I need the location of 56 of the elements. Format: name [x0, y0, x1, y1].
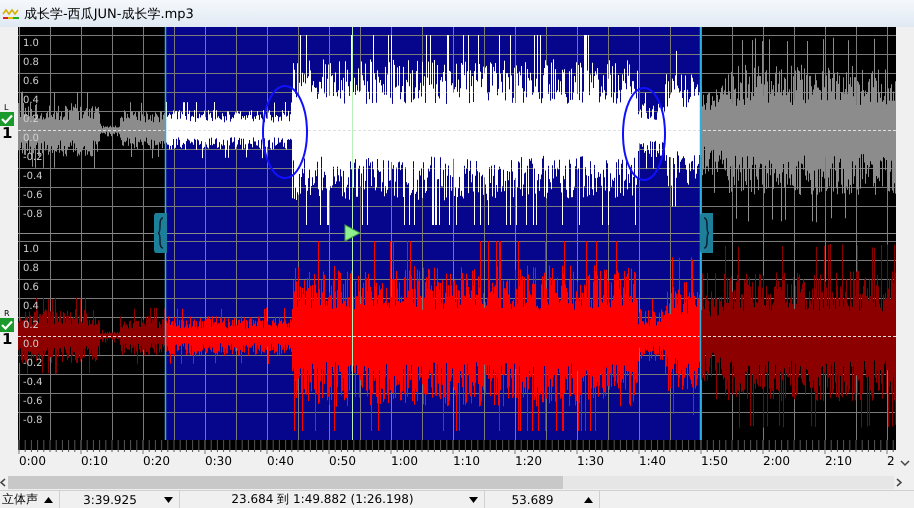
- chevron-left-icon[interactable]: [0, 478, 6, 487]
- time-label: 0:20: [143, 454, 171, 468]
- channel-checkbox[interactable]: [0, 318, 14, 332]
- triangle-up-icon[interactable]: [44, 496, 53, 502]
- time-label: 1:10: [453, 454, 481, 468]
- selection-end-handle[interactable]: [700, 213, 713, 253]
- status-text: 3:39.925: [82, 492, 138, 506]
- axis-label: -0.4: [23, 377, 43, 388]
- time-label: 1:30: [577, 454, 605, 468]
- time-label: 1:50: [701, 454, 729, 468]
- time-label: 2:10: [825, 454, 853, 468]
- chevron-right-icon[interactable]: [896, 478, 902, 487]
- time-label: 0:40: [267, 454, 295, 468]
- scrollbar-thumb[interactable]: [8, 476, 563, 489]
- time-label: 1:20: [515, 454, 543, 468]
- status-text: 立体声: [2, 491, 38, 508]
- time-label: 0:50: [329, 454, 357, 468]
- axis-label: 0.0: [23, 339, 39, 350]
- axis-label: 0.2: [23, 320, 39, 331]
- time-label: 0:00: [19, 454, 47, 468]
- status-text: 53.689: [510, 492, 554, 506]
- triangle-down-icon[interactable]: [164, 496, 173, 502]
- axis-label: 1.0: [23, 244, 39, 255]
- window-title: 成长学-西瓜JUN-成长学.mp3: [24, 6, 194, 22]
- triangle-down-icon[interactable]: [469, 496, 478, 502]
- axis-label: 0.0: [23, 133, 39, 144]
- channel-checkbox[interactable]: [0, 112, 14, 126]
- channel-number: 1: [2, 126, 12, 141]
- time-label: 0:10: [81, 454, 109, 468]
- time-label: 2: [887, 454, 895, 468]
- axis-label: 0.6: [23, 282, 39, 293]
- axis-label: 0.8: [23, 263, 39, 274]
- axis-label: 0.4: [23, 95, 39, 106]
- chevron-down-icon[interactable]: [900, 460, 910, 467]
- axis-label: 1.0: [23, 38, 39, 49]
- axis-label: -0.8: [23, 415, 43, 426]
- channel-label: L: [4, 103, 8, 112]
- axis-label: -0.6: [23, 190, 43, 201]
- time-label: 1:00: [391, 454, 419, 468]
- axis-label: 0.8: [23, 57, 39, 68]
- play-triangle-icon[interactable]: [344, 224, 362, 242]
- selection-start-handle[interactable]: [154, 213, 167, 253]
- axis-label: 0.6: [23, 76, 39, 87]
- status-text: 23.684 到 1:49.882 (1:26.198): [230, 491, 415, 508]
- channel-number: 1: [2, 332, 12, 347]
- axis-label: 0.2: [23, 114, 39, 125]
- triangle-up-icon[interactable]: [584, 496, 593, 502]
- time-label: 2:00: [763, 454, 791, 468]
- time-label: 0:30: [205, 454, 233, 468]
- axis-label: -0.4: [23, 171, 43, 182]
- channel-label: R: [4, 309, 10, 318]
- waveform-icon: [2, 8, 20, 20]
- axis-label: -0.6: [23, 396, 43, 407]
- time-label: 1:40: [639, 454, 667, 468]
- axis-label: -0.8: [23, 209, 43, 220]
- scrollbar-track[interactable]: [8, 476, 894, 489]
